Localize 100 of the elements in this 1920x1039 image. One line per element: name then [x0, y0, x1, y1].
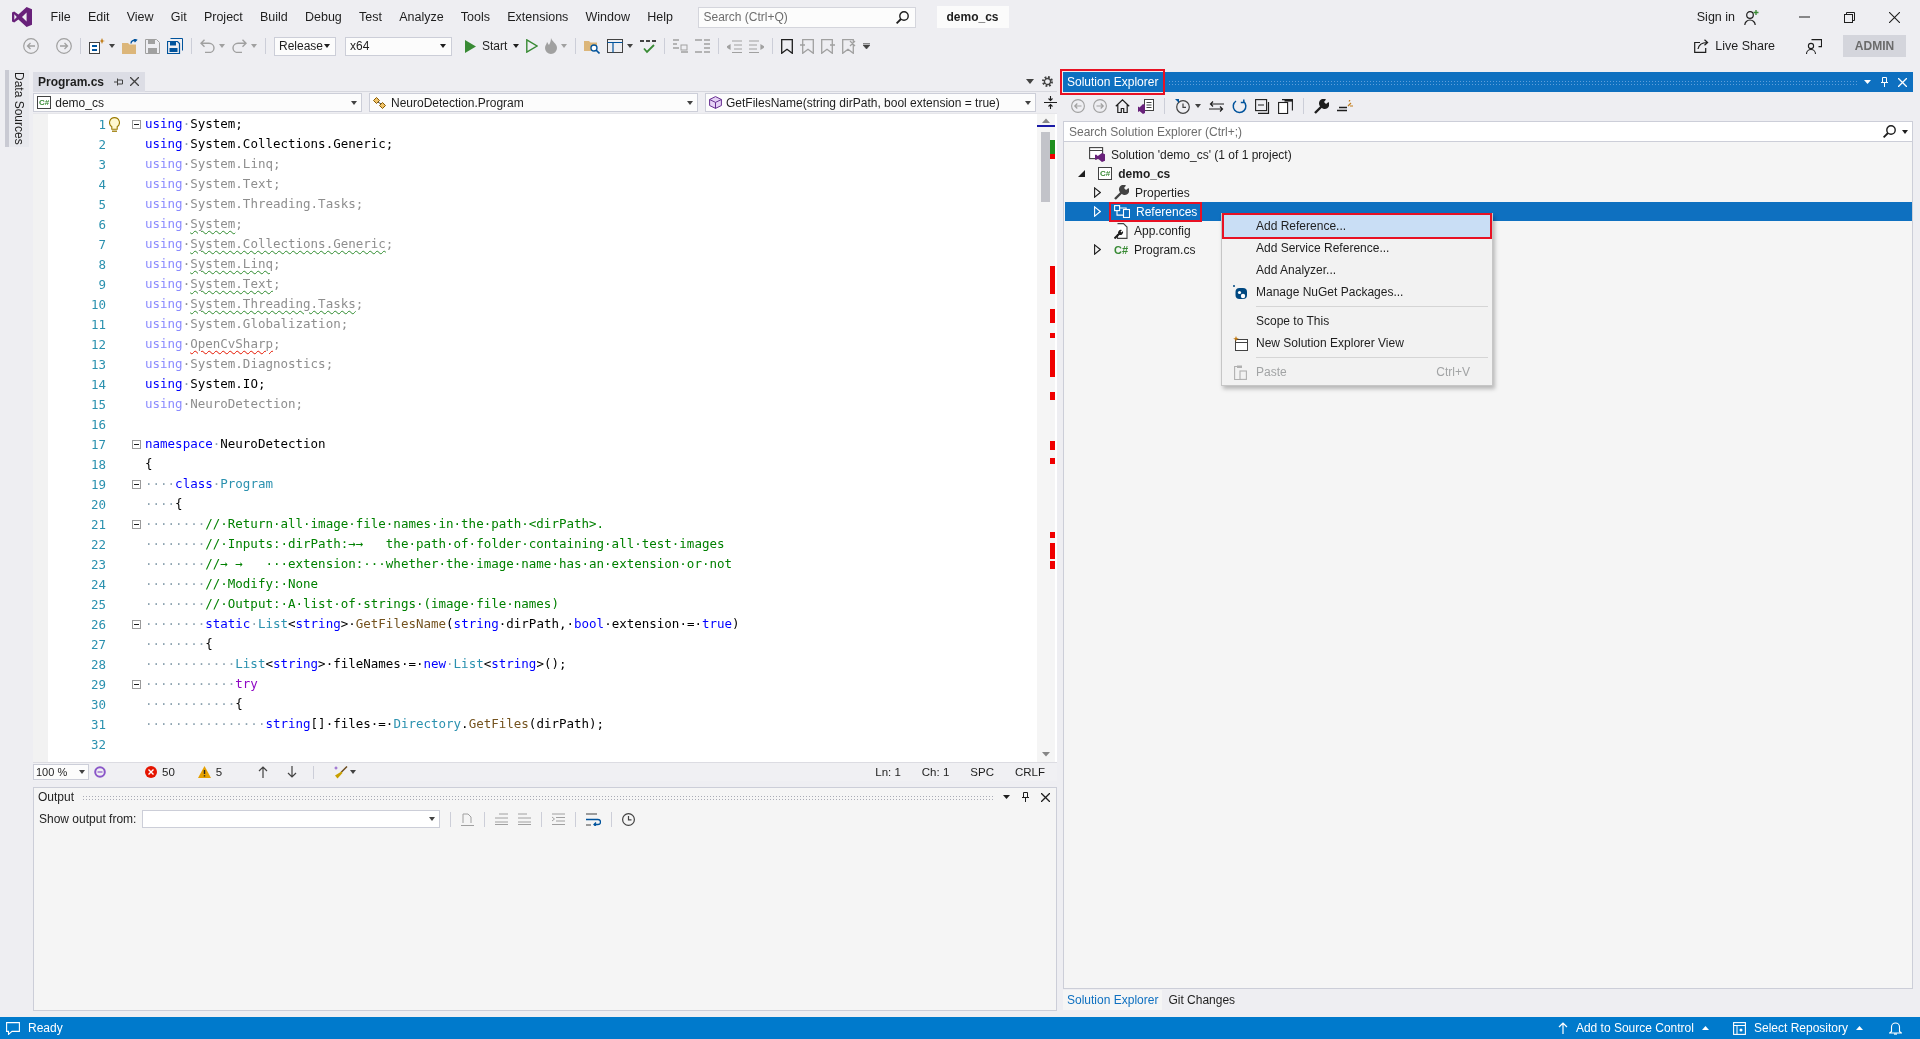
collapse-icon[interactable]	[132, 619, 141, 629]
collapse-icon[interactable]	[132, 439, 141, 449]
refresh-icon[interactable]	[1232, 98, 1247, 114]
caret-icon[interactable]	[627, 44, 634, 48]
menu-item[interactable]: Git	[162, 7, 196, 27]
type-dropdown[interactable]: NeuroDetection.Program	[369, 93, 698, 112]
settings-icon[interactable]	[1042, 76, 1053, 87]
member-dropdown[interactable]: GetFilesName(string dirPath, bool extension = true)	[705, 93, 1036, 112]
search-field[interactable]: Search Solution Explorer (Ctrl+;)	[1063, 121, 1913, 142]
panel-tab[interactable]: Git Changes	[1164, 990, 1240, 1010]
switch-views-icon[interactable]	[1138, 98, 1154, 114]
caret-icon[interactable]	[1026, 79, 1034, 84]
home-icon[interactable]	[1115, 99, 1130, 113]
menu-item[interactable]: Debug	[296, 7, 351, 27]
overflow-caret-icon[interactable]	[863, 43, 871, 49]
column-indicator[interactable]: Ch: 1	[921, 766, 950, 778]
tree-item[interactable]: C# Program.cs	[1111, 241, 1199, 258]
broom-icon[interactable]	[334, 765, 349, 779]
caret-icon[interactable]	[350, 770, 357, 774]
zoom-dropdown[interactable]: 100 %	[33, 764, 89, 780]
menu-item[interactable]: Add Analyzer...	[1224, 259, 1490, 281]
pin-icon[interactable]	[1022, 792, 1029, 802]
arrow-up-icon[interactable]	[258, 766, 269, 778]
menu-item[interactable]: Build	[251, 7, 297, 27]
caret-icon[interactable]	[109, 44, 115, 48]
pin-icon[interactable]	[114, 77, 125, 86]
bookmark-icon[interactable]	[781, 38, 794, 54]
share-icon[interactable]	[1694, 39, 1710, 53]
bell-icon[interactable]	[1889, 1021, 1902, 1035]
new-item-icon[interactable]	[89, 38, 105, 54]
configuration-dropdown[interactable]: Release	[274, 36, 336, 56]
repository-button[interactable]: Select Repository	[1732, 1021, 1863, 1035]
caret-icon[interactable]	[1195, 104, 1201, 108]
history-icon[interactable]	[1175, 98, 1190, 114]
collapse-icon[interactable]	[132, 679, 141, 689]
menu-item[interactable]: Tools	[452, 7, 499, 27]
spell-check-icon[interactable]	[640, 38, 657, 54]
word-wrap-icon[interactable]	[586, 812, 602, 826]
search-icon[interactable]	[1883, 125, 1896, 138]
menu-item[interactable]: Manage NuGet Packages...	[1224, 281, 1490, 303]
tree-item[interactable]: App.config	[1111, 221, 1194, 240]
menu-item[interactable]: Scope to This	[1224, 310, 1490, 332]
collapse-icon[interactable]	[132, 479, 141, 489]
project-dropdown[interactable]: C# demo_cs	[33, 93, 362, 112]
wrench-icon[interactable]	[1314, 98, 1329, 114]
platform-dropdown[interactable]: x64	[345, 36, 452, 56]
arrow-down-icon[interactable]	[287, 766, 298, 778]
split-icon[interactable]	[1044, 96, 1057, 109]
menu-item[interactable]: Analyze	[390, 7, 453, 27]
restore-icon[interactable]	[1844, 11, 1855, 23]
collapse-all-icon[interactable]	[1255, 98, 1270, 114]
menu-item[interactable]: Edit	[79, 7, 119, 27]
search-input[interactable]: Search Solution Explorer (Ctrl+;)	[1069, 124, 1877, 139]
whitespace-indicator[interactable]: SPC	[970, 766, 994, 778]
tree-item[interactable]: References	[1111, 203, 1201, 220]
menu-item[interactable]: Add Reference...	[1224, 215, 1490, 237]
search-field[interactable]: Search (Ctrl+Q)	[697, 6, 916, 28]
warning-icon[interactable]	[197, 766, 211, 778]
scrollbar[interactable]	[1037, 114, 1055, 763]
menu-item[interactable]: Test	[350, 7, 391, 27]
source-control-button[interactable]: Add to Source Control	[1557, 1021, 1709, 1035]
caret-icon[interactable]	[1902, 129, 1908, 134]
live-share-button[interactable]: Live Share	[1715, 39, 1775, 53]
menu-item[interactable]: File	[42, 7, 80, 27]
error-count[interactable]: 50	[162, 766, 175, 778]
menu-item[interactable]: Window	[576, 7, 639, 27]
person-chat-icon[interactable]	[1806, 38, 1822, 54]
menu-item[interactable]: New Solution Explorer View	[1224, 332, 1490, 354]
show-all-files-icon[interactable]	[1278, 98, 1293, 114]
sign-in-link[interactable]: Sign in	[1696, 10, 1735, 24]
collapsed-arrow-icon[interactable]	[1093, 187, 1101, 198]
preview-icon[interactable]	[1337, 100, 1353, 112]
clock-icon[interactable]	[622, 812, 636, 826]
tree-item[interactable]: Solution 'demo_cs' (1 of 1 project)	[1086, 146, 1295, 163]
person-icon[interactable]	[1744, 9, 1759, 25]
menu-item[interactable]: Add Service Reference...	[1224, 237, 1490, 259]
error-icon[interactable]	[145, 766, 157, 778]
tree-item[interactable]: C# demo_cs	[1095, 165, 1174, 182]
chat-bubble-icon[interactable]	[6, 1021, 20, 1035]
search-icon[interactable]	[895, 10, 909, 24]
account-button[interactable]: ADMIN	[1843, 35, 1906, 57]
menu-item[interactable]: Help	[638, 7, 682, 27]
open-folder-icon[interactable]	[122, 38, 138, 54]
menu-item[interactable]: View	[118, 7, 163, 27]
lightbulb-icon[interactable]	[109, 116, 120, 132]
collapse-icon[interactable]	[132, 519, 141, 529]
ring-icon[interactable]	[94, 766, 106, 778]
collapsed-arrow-icon[interactable]	[1093, 244, 1101, 255]
close-icon[interactable]	[1889, 11, 1900, 23]
expanded-arrow-icon[interactable]	[1077, 170, 1085, 177]
search-input[interactable]: Search (Ctrl+Q)	[703, 9, 892, 25]
menu-item[interactable]: Project	[195, 7, 252, 27]
play-outline-icon[interactable]	[526, 39, 539, 53]
line-indicator[interactable]: Ln: 1	[875, 766, 901, 778]
side-tab[interactable]: Data Sources	[4, 70, 29, 147]
panel-tab[interactable]: Solution Explorer	[1063, 990, 1163, 1010]
start-button[interactable]: Start	[465, 39, 520, 53]
folder-search-icon[interactable]	[584, 38, 601, 54]
warning-count[interactable]: 5	[215, 766, 223, 778]
close-icon[interactable]	[1041, 792, 1050, 802]
